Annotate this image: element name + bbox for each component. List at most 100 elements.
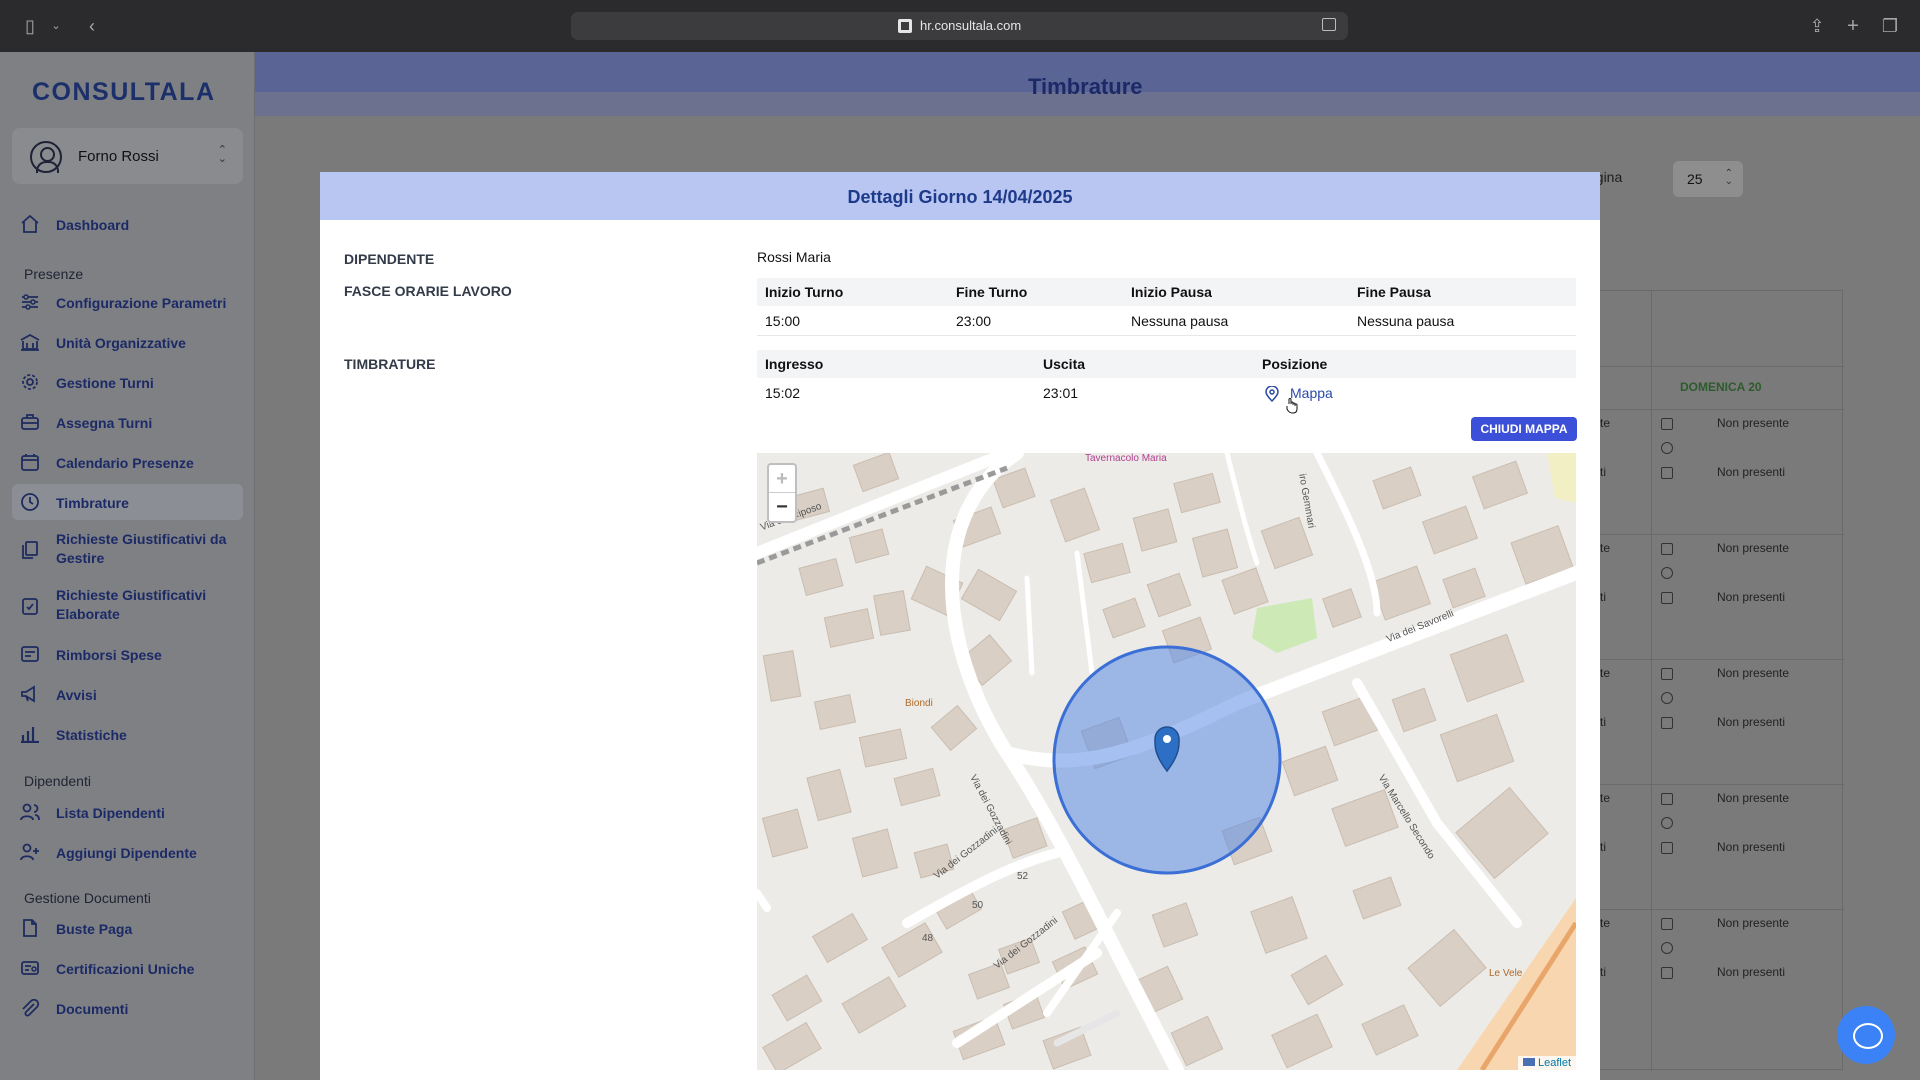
sidebar-item-dashboard[interactable]: Dashboard bbox=[12, 206, 243, 242]
attendance-status: Non presente bbox=[1717, 666, 1790, 680]
attendance-status-partial: ti bbox=[1600, 465, 1606, 479]
users-icon bbox=[20, 803, 40, 821]
sidebar-item-configurazione-parametri[interactable]: Configurazione Parametri bbox=[12, 284, 243, 320]
page-title: Timbrature bbox=[1028, 74, 1143, 99]
updown-chevron-icon: ⌃ ⌄ bbox=[1724, 168, 1733, 187]
map-attribution[interactable]: Leaflet bbox=[1517, 1056, 1576, 1070]
clipboard-check-icon bbox=[22, 598, 38, 615]
fingerprint-icon bbox=[1661, 442, 1673, 454]
new-tab-icon[interactable]: + bbox=[1841, 14, 1865, 38]
sidebar-item-richieste-elaborate[interactable]: Richieste Giustificativi Elaborate bbox=[12, 580, 243, 632]
attendance-status: Non presenti bbox=[1717, 465, 1786, 479]
fingerprint-icon bbox=[1661, 567, 1673, 579]
sliders-icon bbox=[22, 294, 38, 310]
fingerprint-icon bbox=[1661, 692, 1673, 704]
document-icon bbox=[1661, 967, 1673, 979]
shifts-table-header: Inizio Turno Fine Turno Inizio Pausa Fin… bbox=[757, 278, 1576, 306]
back-icon[interactable]: ‹ bbox=[80, 14, 104, 38]
reader-icon[interactable] bbox=[1322, 18, 1336, 31]
sidebar-toggle-icon[interactable]: ▯ bbox=[18, 14, 42, 38]
sidebar-item-aggiungi-dipendente[interactable]: Aggiungi Dipendente bbox=[12, 834, 243, 870]
attendance-status: Non presenti bbox=[1717, 590, 1786, 604]
attendance-status-partial: ti bbox=[1600, 840, 1606, 854]
sidebar-item-unita-organizzative[interactable]: Unità Organizzative bbox=[12, 324, 243, 360]
attendance-status-partial: te bbox=[1600, 791, 1611, 805]
document-icon bbox=[1661, 717, 1673, 729]
attendance-status-partial: te bbox=[1600, 416, 1611, 430]
close-map-button[interactable]: CHIUDI MAPPA bbox=[1471, 417, 1577, 441]
sidebar-item-calendario-presenze[interactable]: Calendario Presenze bbox=[12, 444, 243, 480]
modal-header: Dettagli Giorno 14/04/2025 bbox=[320, 172, 1600, 220]
user-plus-icon bbox=[20, 843, 39, 861]
sidebar-item-rimborsi-spese[interactable]: Rimborsi Spese bbox=[12, 636, 243, 672]
tabs-overview-icon[interactable]: ❐ bbox=[1878, 14, 1902, 38]
logo: CONSULTALA bbox=[32, 78, 216, 106]
column-header: Uscita bbox=[1043, 356, 1086, 372]
sidebar-item-avvisi[interactable]: Avvisi bbox=[12, 676, 243, 712]
table-cell: Nessuna pausa bbox=[1357, 313, 1455, 329]
table-cell: 15:00 bbox=[765, 313, 801, 329]
url-text: hr.consultala.com bbox=[920, 18, 1022, 33]
attendance-status: Non presente bbox=[1717, 791, 1790, 805]
shifts-label: FASCE ORARIE LAVORO bbox=[344, 283, 512, 299]
zoom-out-button[interactable]: − bbox=[769, 493, 795, 521]
zoom-in-button[interactable]: + bbox=[769, 465, 795, 493]
column-header: Ingresso bbox=[765, 356, 824, 372]
attendance-status-partial: ti bbox=[1600, 715, 1606, 729]
document-icon bbox=[1661, 467, 1673, 479]
receipt-icon bbox=[21, 646, 39, 662]
stamps-table-header: Ingresso Uscita Posizione bbox=[757, 350, 1576, 378]
sidebar-item-buste-paga[interactable]: Buste Paga bbox=[12, 910, 243, 946]
paperclip-icon bbox=[22, 999, 40, 1017]
column-header: Fine Pausa bbox=[1357, 284, 1431, 300]
chevron-down-icon[interactable]: ⌄ bbox=[44, 14, 68, 38]
poi-label: Tavernacolo Maria bbox=[1085, 453, 1167, 464]
chat-button[interactable] bbox=[1837, 1006, 1895, 1064]
house-number: 48 bbox=[922, 933, 934, 944]
attendance-status-partial: te bbox=[1600, 541, 1611, 555]
megaphone-icon bbox=[21, 685, 35, 703]
company-name: Forno Rossi bbox=[78, 148, 159, 165]
sidebar-item-lista-dipendenti[interactable]: Lista Dipendenti bbox=[12, 794, 243, 830]
document-icon bbox=[1661, 592, 1673, 604]
sidebar-item-documenti[interactable]: Documenti bbox=[12, 990, 243, 1026]
sidebar: CONSULTALA Forno Rossi ⌃ ⌄ Dashboard Pres… bbox=[0, 52, 255, 1080]
briefcase-icon bbox=[1661, 793, 1673, 805]
column-header: Inizio Pausa bbox=[1131, 284, 1212, 300]
flag-icon bbox=[1522, 1058, 1535, 1066]
briefcase-icon bbox=[1661, 668, 1673, 680]
clock-icon bbox=[21, 493, 39, 511]
poi-label: Biondi bbox=[905, 698, 933, 709]
map-tiles bbox=[757, 453, 1576, 1070]
sidebar-item-statistiche[interactable]: Statistiche bbox=[12, 716, 243, 752]
table-cell: Nessuna pausa bbox=[1131, 313, 1229, 329]
attendance-status: Non presente bbox=[1717, 916, 1790, 930]
day-header-sunday: DOMENICA 20 bbox=[1680, 380, 1762, 394]
table-row: 15:00 23:00 Nessuna pausa Nessuna pausa bbox=[757, 306, 1576, 336]
sidebar-item-certificazioni-uniche[interactable]: Certificazioni Uniche bbox=[12, 950, 243, 986]
sidebar-item-timbrature[interactable]: Timbrature bbox=[12, 484, 243, 520]
briefcase-icon bbox=[1661, 543, 1673, 555]
building-icon bbox=[20, 333, 40, 351]
section-presenze: Presenze bbox=[24, 266, 84, 282]
calendar-icon bbox=[21, 454, 39, 471]
gear-icon bbox=[22, 374, 38, 390]
house-number: 52 bbox=[1017, 871, 1029, 882]
updown-chevron-icon: ⌃ ⌄ bbox=[217, 144, 227, 165]
per-page-select[interactable]: 25 ⌃ ⌄ bbox=[1673, 161, 1743, 197]
attendance-status-partial: te bbox=[1600, 916, 1611, 930]
bar-chart-icon bbox=[21, 727, 39, 743]
briefcase-icon bbox=[1661, 918, 1673, 930]
sidebar-item-assegna-turni[interactable]: Assegna Turni bbox=[12, 404, 243, 440]
document-icon bbox=[23, 919, 37, 937]
sidebar-item-richieste-da-gestire[interactable]: Richieste Giustificativi da Gestire bbox=[12, 524, 243, 576]
location-map[interactable]: Via del RiposoVia dei SavorelliVia Marce… bbox=[757, 453, 1576, 1070]
address-bar[interactable]: hr.consultala.com bbox=[571, 12, 1348, 40]
share-icon[interactable]: ⇪ bbox=[1805, 14, 1829, 38]
sidebar-item-gestione-turni[interactable]: Gestione Turni bbox=[12, 364, 243, 400]
documents-icon bbox=[22, 541, 38, 559]
location-pin-icon[interactable] bbox=[1264, 386, 1280, 402]
company-selector[interactable]: Forno Rossi ⌃ ⌄ bbox=[12, 128, 243, 184]
site-favicon-icon bbox=[898, 19, 912, 33]
attendance-status: Non presenti bbox=[1717, 965, 1786, 979]
